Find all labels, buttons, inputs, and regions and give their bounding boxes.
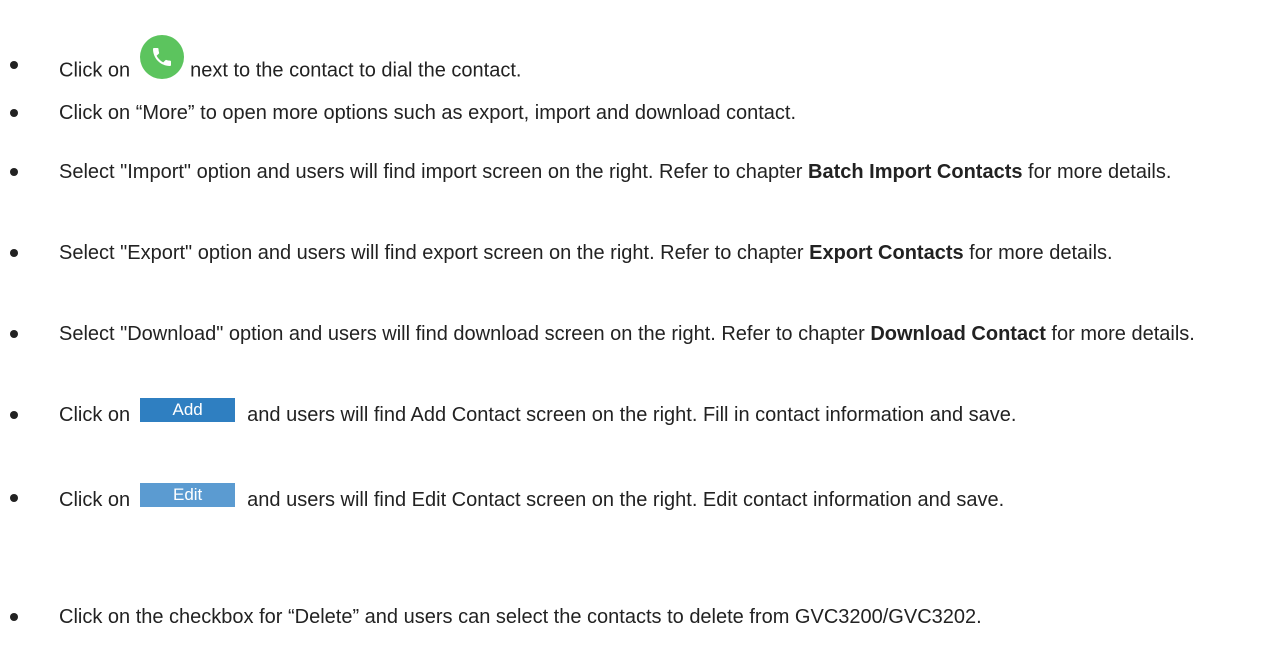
list-item-text: Select "Import" option and users will fi… [59, 156, 1262, 188]
text: Click on the checkbox for “Delete” and u… [59, 606, 982, 628]
text-before: Click on [59, 404, 131, 426]
list-item-text: Click on Add and users will find Add Conta… [59, 397, 1262, 431]
bullet [10, 249, 18, 257]
edit-button[interactable]: Edit [140, 482, 236, 507]
bullet [10, 411, 18, 419]
bullet [10, 613, 18, 621]
text-after: next to the contact to dial the contact. [190, 59, 522, 82]
text-after: and users will find Edit Contact screen … [247, 489, 1005, 511]
text-before: Click on [59, 59, 131, 82]
text-before: Click on [59, 489, 131, 511]
chapter-link-text: Download Contact [870, 323, 1046, 345]
bullet [10, 168, 18, 176]
text: Select "Export" option and users will fi… [59, 242, 810, 264]
list-item-text: Click on next to the contact to dial the … [59, 35, 1262, 93]
text-after: and users will find Add Contact screen o… [247, 404, 1017, 426]
text: Select "Import" option and users will fi… [59, 161, 809, 183]
add-button[interactable]: Add [140, 397, 236, 422]
bullet [10, 109, 18, 117]
list-item-text: Select "Download" option and users will … [59, 318, 1262, 350]
bullet [10, 61, 18, 69]
text-after: for more details. [1022, 161, 1172, 183]
bullet [10, 330, 18, 338]
list-item-text: Click on the checkbox for “Delete” and u… [59, 601, 1262, 633]
text-after: for more details. [1045, 323, 1195, 345]
chapter-link-text: Export Contacts [809, 242, 964, 264]
phone-call-icon [140, 35, 185, 79]
chapter-link-text: Batch Import Contacts [808, 161, 1023, 183]
list-item-text: Click on “More” to open more options suc… [59, 97, 1262, 129]
bullet [10, 494, 18, 502]
text-after: for more details. [963, 242, 1113, 264]
text: Click on “More” to open more options suc… [59, 102, 797, 124]
text: Select "Download" option and users will … [59, 323, 871, 345]
list-item-text: Click on Edit and users will find Edit Con… [59, 482, 1262, 518]
list-item-text: Select "Export" option and users will fi… [59, 237, 1262, 269]
